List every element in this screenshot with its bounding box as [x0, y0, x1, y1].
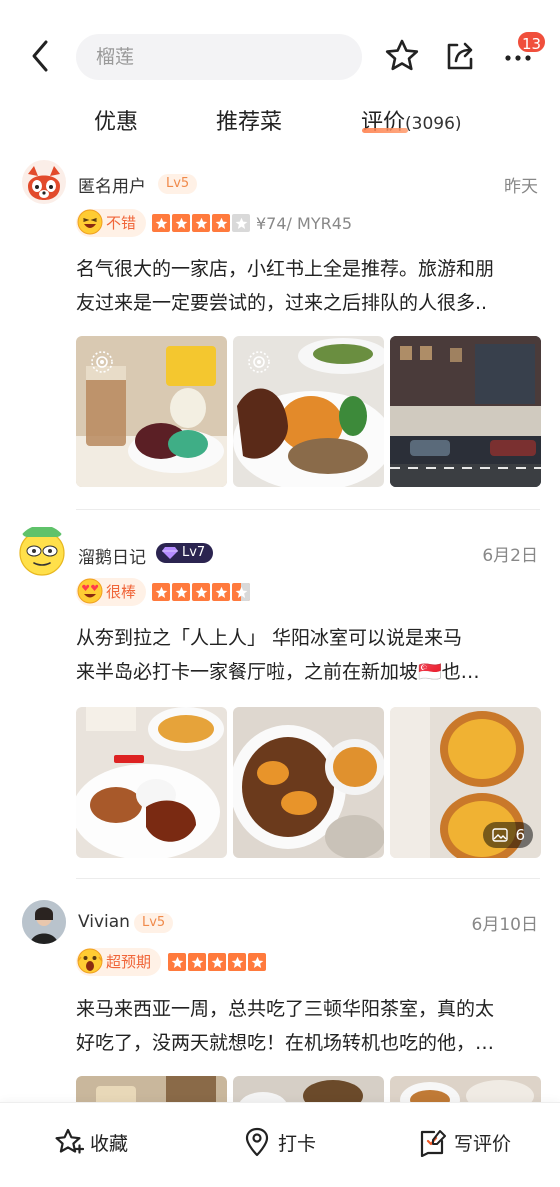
bottom-action-bar: 收藏 打卡 写评价 — [0, 1102, 560, 1187]
star-icon — [208, 953, 226, 971]
active-tab-indicator — [362, 128, 408, 133]
rating-label: 很棒 — [106, 583, 137, 601]
review-text[interactable]: 从夯到拉之「人上人」 华阳冰室可以说是来马 来半岛必打卡一家餐厅啦，之前在新加坡… — [76, 621, 542, 689]
favorite-label: 收藏 — [90, 1132, 129, 1155]
star-icon — [152, 214, 170, 232]
review-username[interactable]: Vivian — [78, 912, 130, 932]
back-icon[interactable] — [26, 36, 58, 76]
star-icon — [152, 583, 170, 601]
review-username[interactable]: 匿名用户 — [78, 172, 146, 197]
tab-reviews-count: (3096) — [405, 114, 462, 134]
tab-recommended-dishes[interactable]: 推荐菜 — [216, 104, 282, 136]
checkin-label: 打卡 — [278, 1132, 317, 1155]
tab-offers[interactable]: 优惠 — [94, 104, 138, 136]
rating-label: 超预期 — [106, 953, 152, 971]
star-rating — [152, 214, 250, 232]
review-text-line: 来马来西亚一周，总共吃了三顿华阳茶室，真的太 — [76, 998, 495, 1020]
review-date: 6月10日 — [471, 915, 538, 935]
search-input[interactable] — [76, 34, 362, 80]
review-text[interactable]: 来马来西亚一周，总共吃了三顿华阳茶室，真的太 好吃了，没两天就想吃！在机场转机也… — [76, 992, 542, 1060]
review-photo-storefront-night[interactable] — [390, 336, 541, 487]
location-pin-icon — [245, 1127, 269, 1157]
share-icon[interactable] — [440, 36, 480, 76]
review-photo-chicken-rice[interactable] — [76, 707, 227, 858]
star-icon — [212, 583, 230, 601]
level-label: Lv7 — [182, 545, 206, 560]
live-photo-icon — [90, 350, 114, 374]
review-photos: 6 — [76, 707, 541, 858]
review-date: 6月2日 — [482, 546, 538, 566]
edit-note-icon — [420, 1130, 446, 1157]
star-icon — [188, 953, 206, 971]
star-rating — [168, 953, 266, 971]
star-icon — [192, 214, 210, 232]
checkin-button[interactable]: 打卡 — [242, 1125, 316, 1159]
star-rating — [152, 583, 250, 601]
star-icon — [212, 214, 230, 232]
review-text[interactable]: 名气很大的一家店，小红书上全是推荐。旅游和朋 友过来是一定要尝试的，过来之后排队… — [76, 252, 542, 320]
write-review-button[interactable]: 写评价 — [418, 1125, 511, 1159]
review-text-line: 来半岛必打卡一家餐厅啦，之前在新加坡🇸🇬也… — [76, 661, 480, 683]
review-username[interactable]: 溜鹅日记 — [78, 543, 146, 568]
review-text-line: 从夯到拉之「人上人」 华阳冰室可以说是来马 — [76, 627, 463, 649]
review-photo-egg-tarts[interactable]: 6 — [390, 707, 541, 858]
star-favorite-icon[interactable] — [382, 36, 422, 76]
write-review-label: 写评价 — [454, 1132, 512, 1155]
level-badge: Lv7 — [156, 543, 214, 563]
avatar[interactable] — [16, 525, 68, 577]
top-bar: 13 — [0, 0, 560, 96]
more-photos-badge[interactable]: 6 — [483, 822, 533, 848]
star-icon — [172, 583, 190, 601]
rating-tag: 超预期 — [76, 947, 162, 976]
rating-tag: 很棒 — [76, 577, 147, 606]
level-badge: Lv5 — [158, 174, 198, 194]
diamond-icon — [162, 547, 178, 559]
star-icon — [172, 214, 190, 232]
heart-eyes-emoji-icon — [76, 577, 104, 605]
review-text-line: 名气很大的一家店，小红书上全是推荐。旅游和朋 — [76, 258, 495, 280]
review-date: 昨天 — [504, 177, 538, 197]
star-empty-icon — [232, 214, 250, 232]
avatar[interactable] — [22, 900, 66, 944]
notification-badge: 13 — [516, 30, 548, 54]
review-text-line: 好吃了，没两天就想吃！在机场转机也吃的他，… — [76, 1032, 495, 1054]
star-add-icon — [55, 1128, 84, 1154]
live-photo-icon — [247, 350, 271, 374]
review-photo-dessert[interactable] — [76, 336, 227, 487]
surprised-emoji-icon — [76, 947, 104, 975]
favorite-button[interactable]: 收藏 — [54, 1125, 128, 1159]
star-icon — [248, 953, 266, 971]
image-icon — [492, 828, 509, 842]
photo-count: 6 — [515, 826, 525, 844]
search-box[interactable] — [76, 34, 362, 80]
price-per-person: ¥74/ MYR45 — [256, 214, 353, 233]
review-photos — [76, 336, 541, 487]
avatar[interactable] — [22, 160, 66, 204]
review-photo-nasi-lemak[interactable] — [233, 336, 384, 487]
rating-tag: 不错 — [76, 208, 147, 237]
tab-bar: 优惠 推荐菜 评价(3096) — [0, 96, 560, 146]
laughing-emoji-icon — [76, 208, 104, 236]
divider — [76, 509, 540, 510]
star-icon — [192, 583, 210, 601]
review-text-line: 友过来是一定要尝试的，过来之后排队的人很多.. — [76, 292, 488, 314]
star-icon — [168, 953, 186, 971]
review-photo-curry-noodles[interactable] — [233, 707, 384, 858]
rating-label: 不错 — [106, 214, 137, 232]
star-icon — [228, 953, 246, 971]
level-badge: Lv5 — [134, 913, 174, 933]
divider — [76, 878, 540, 879]
star-half-icon — [232, 583, 250, 601]
